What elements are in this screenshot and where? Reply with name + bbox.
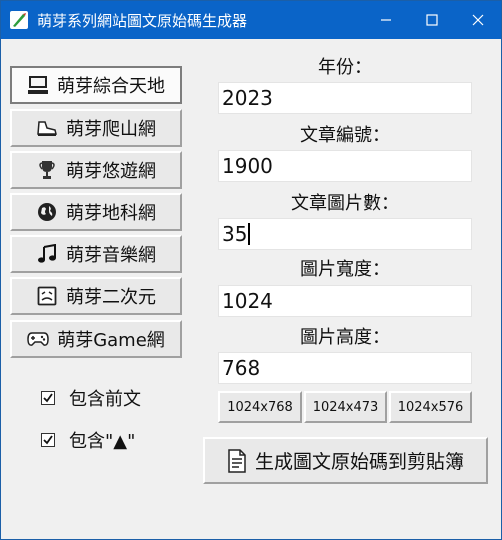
globe-icon bbox=[36, 201, 58, 223]
nav-button-moeya-game[interactable]: 萌芽Game網 bbox=[10, 320, 182, 358]
preset-1024x768-button[interactable]: 1024x768 bbox=[218, 391, 302, 423]
nav-label: 萌芽地科網 bbox=[66, 203, 156, 224]
image-width-input[interactable]: 1024 bbox=[218, 285, 472, 317]
text-caret bbox=[248, 223, 251, 245]
nav-label: 萌芽Game網 bbox=[57, 330, 165, 351]
title-bar[interactable]: 萌芽系列網站圖文原始碼生成器 bbox=[1, 1, 501, 39]
close-icon bbox=[472, 14, 484, 26]
nav-label: 萌芽綜合天地 bbox=[57, 76, 165, 97]
nav-button-moeya-music[interactable]: 萌芽音樂網 bbox=[10, 235, 182, 273]
article-no-label: 文章編號： bbox=[300, 125, 390, 146]
gamepad-icon bbox=[27, 328, 49, 350]
include-triangle-option[interactable]: 包含"▲" bbox=[41, 427, 135, 453]
year-label: 年份： bbox=[318, 57, 372, 78]
anime-face-icon bbox=[36, 285, 58, 307]
document-icon bbox=[228, 448, 246, 473]
window-title: 萌芽系列網站圖文原始碼生成器 bbox=[37, 12, 248, 30]
nav-label: 萌芽二次元 bbox=[66, 287, 156, 308]
image-width-label: 圖片寬度： bbox=[300, 259, 390, 280]
nav-button-moeya-general[interactable]: 萌芽綜合天地 bbox=[10, 66, 182, 104]
trophy-icon bbox=[36, 159, 58, 181]
hiking-shoe-icon bbox=[36, 117, 58, 139]
include-preface-checkbox[interactable] bbox=[41, 391, 55, 405]
preset-1024x576-button[interactable]: 1024x576 bbox=[389, 391, 472, 423]
nav-label: 萌芽爬山網 bbox=[66, 119, 156, 140]
image-count-value: 35 bbox=[222, 222, 248, 246]
article-no-input[interactable]: 1900 bbox=[218, 150, 472, 182]
checkmark-icon bbox=[43, 393, 53, 403]
nav-button-moeya-travel[interactable]: 萌芽悠遊網 bbox=[10, 151, 182, 189]
image-count-input[interactable]: 35 bbox=[218, 218, 472, 250]
music-note-icon bbox=[36, 243, 58, 265]
include-preface-option[interactable]: 包含前文 bbox=[41, 385, 141, 411]
include-preface-label: 包含前文 bbox=[69, 389, 141, 410]
image-height-input[interactable]: 768 bbox=[218, 352, 472, 384]
year-input[interactable]: 2023 bbox=[218, 82, 472, 114]
app-window: 萌芽系列網站圖文原始碼生成器 萌芽綜合天地 萌芽爬山網 萌芽悠遊網 萌芽地科網 … bbox=[0, 0, 502, 540]
include-triangle-label: 包含"▲" bbox=[69, 431, 136, 452]
image-count-label: 文章圖片數： bbox=[291, 193, 399, 214]
maximize-button[interactable] bbox=[409, 1, 455, 39]
include-triangle-checkbox[interactable] bbox=[41, 433, 55, 447]
nav-label: 萌芽音樂網 bbox=[66, 245, 156, 266]
computer-icon bbox=[27, 74, 49, 96]
nav-label: 萌芽悠遊網 bbox=[66, 161, 156, 182]
preset-1024x473-button[interactable]: 1024x473 bbox=[304, 391, 387, 423]
generate-button-label: 生成圖文原始碼到剪貼簿 bbox=[254, 451, 464, 473]
minimize-icon bbox=[381, 19, 391, 21]
app-logo-icon bbox=[10, 11, 28, 29]
image-height-label: 圖片高度： bbox=[300, 327, 390, 348]
minimize-button[interactable] bbox=[363, 1, 409, 39]
close-button[interactable] bbox=[455, 1, 501, 39]
nav-button-moeya-hiking[interactable]: 萌芽爬山網 bbox=[10, 109, 182, 147]
nav-button-moeya-anime[interactable]: 萌芽二次元 bbox=[10, 277, 182, 315]
checkmark-icon bbox=[43, 435, 53, 445]
generate-to-clipboard-button[interactable]: 生成圖文原始碼到剪貼簿 bbox=[203, 437, 488, 484]
nav-button-moeya-earth-science[interactable]: 萌芽地科網 bbox=[10, 193, 182, 231]
maximize-icon bbox=[426, 14, 438, 26]
